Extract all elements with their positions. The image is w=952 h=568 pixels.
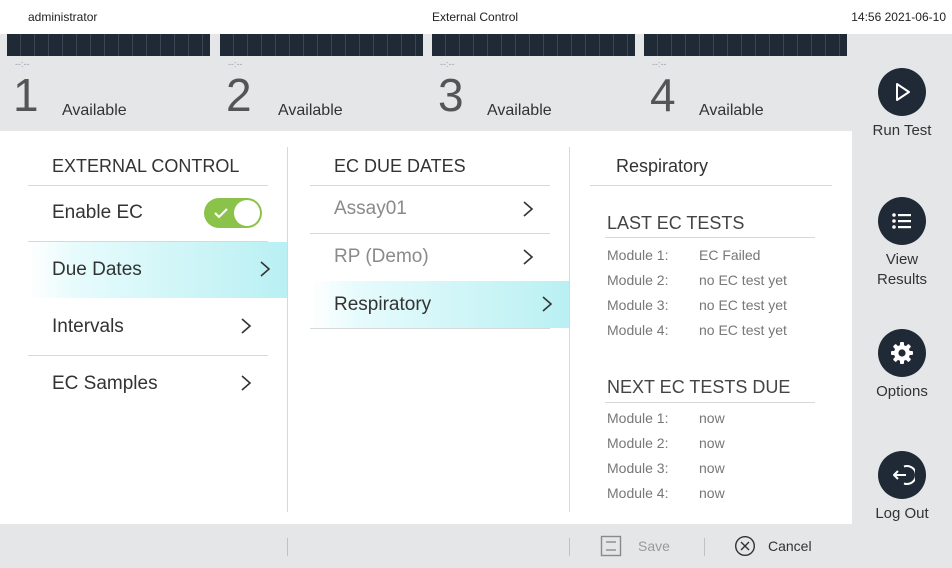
check-icon (214, 208, 228, 219)
gear-icon (878, 329, 926, 377)
module-time: --:-- (15, 59, 30, 69)
module-number: 3 (438, 69, 464, 121)
divider (590, 185, 832, 186)
enable-ec-toggle[interactable] (204, 198, 262, 228)
options-button[interactable]: Options (852, 329, 952, 402)
enable-ec-label: Enable EC (52, 202, 143, 223)
log-out-button[interactable]: Log Out (852, 451, 952, 524)
module-time: --:-- (228, 59, 243, 69)
module-tile-4[interactable]: --:-- 4 Available (644, 34, 847, 131)
module-status: Available (278, 102, 343, 119)
log-out-icon (878, 451, 926, 499)
module-status: Available (699, 102, 764, 119)
chevron-right-icon (260, 261, 271, 277)
current-user: administrator (28, 10, 98, 24)
action-sidebar: Run Test View Results Options Log Out (852, 34, 952, 568)
menu-item-intervals[interactable]: Intervals (28, 299, 268, 355)
cancel-label: Cancel (768, 538, 812, 554)
chevron-right-icon (241, 318, 252, 334)
view-results-label: View Results (876, 251, 928, 288)
chevron-right-icon (241, 375, 252, 391)
module-tile-3[interactable]: --:-- 3 Available (432, 34, 635, 131)
toolbar-divider (287, 538, 288, 556)
module-status: Available (487, 102, 552, 119)
intervals-label: Intervals (52, 316, 124, 337)
next-ec-row: Module 3: now (607, 460, 725, 476)
last-ec-tests-heading: LAST EC TESTS (607, 213, 745, 233)
toolbar-divider (704, 538, 705, 556)
assay-label: RP (Demo) (334, 246, 429, 267)
chevron-right-icon (523, 201, 534, 217)
module-number: 2 (226, 69, 252, 121)
module-number: 1 (13, 69, 39, 121)
toggle-knob (234, 200, 260, 226)
divider (605, 402, 815, 403)
menu-item-due-dates[interactable]: Due Dates (28, 242, 287, 298)
assay-item-rp-demo[interactable]: RP (Demo) (310, 234, 550, 280)
log-out-label: Log Out (875, 505, 929, 522)
module-tile-2[interactable]: --:-- 2 Available (220, 34, 423, 131)
module-progress-bar (432, 34, 635, 56)
run-test-label: Run Test (872, 122, 932, 139)
assay-item-assay01[interactable]: Assay01 (310, 186, 550, 232)
external-control-heading: EXTERNAL CONTROL (52, 156, 240, 176)
next-ec-row: Module 4: now (607, 485, 725, 501)
next-ec-row: Module 2: now (607, 435, 725, 451)
chevron-right-icon (523, 249, 534, 265)
module-strip: --:-- 1 Available --:-- 2 Available --:-… (0, 34, 852, 131)
save-label: Save (638, 538, 670, 554)
cancel-icon (734, 535, 756, 557)
cancel-button[interactable]: Cancel (734, 534, 812, 558)
options-label: Options (876, 383, 928, 400)
bottom-toolbar: Save Cancel (0, 524, 852, 568)
module-time: --:-- (652, 59, 667, 69)
column-divider (569, 147, 570, 512)
clock: 14:56 2021-06-10 (851, 10, 946, 24)
ec-samples-label: EC Samples (52, 373, 158, 394)
list-icon (878, 197, 926, 245)
view-results-button[interactable]: View Results (852, 197, 952, 290)
assay-label: Assay01 (334, 198, 407, 219)
play-icon (878, 68, 926, 116)
column-divider (287, 147, 288, 512)
module-number: 4 (650, 69, 676, 121)
last-ec-row: Module 3: no EC test yet (607, 297, 787, 313)
toolbar-divider (569, 538, 570, 556)
assay-item-respiratory[interactable]: Respiratory (310, 281, 569, 328)
next-ec-tests-heading: NEXT EC TESTS DUE (607, 377, 791, 397)
module-progress-bar (7, 34, 210, 56)
assay-label: Respiratory (334, 293, 432, 315)
module-tile-1[interactable]: --:-- 1 Available (7, 34, 210, 131)
last-ec-row: Module 1: EC Failed (607, 247, 761, 263)
chevron-right-icon (542, 296, 553, 312)
detail-heading: Respiratory (616, 156, 709, 176)
status-bar: administrator External Control 14:56 202… (0, 0, 952, 34)
save-button[interactable]: Save (600, 534, 670, 558)
last-ec-row: Module 2: no EC test yet (607, 272, 787, 288)
module-status: Available (62, 102, 127, 119)
run-test-button[interactable]: Run Test (852, 68, 952, 141)
ec-due-dates-heading: EC DUE DATES (334, 156, 466, 176)
enable-ec-row: Enable EC (28, 185, 268, 241)
module-time: --:-- (440, 59, 455, 69)
next-ec-row: Module 1: now (607, 410, 725, 426)
due-dates-label: Due Dates (52, 259, 142, 280)
module-progress-bar (220, 34, 423, 56)
divider (310, 328, 550, 329)
screen-title: External Control (432, 10, 519, 24)
divider (605, 237, 815, 238)
menu-item-ec-samples[interactable]: EC Samples (28, 356, 268, 412)
module-progress-bar (644, 34, 847, 56)
last-ec-row: Module 4: no EC test yet (607, 322, 787, 338)
main-content: EXTERNAL CONTROL Enable EC Due Dates Int… (0, 131, 852, 524)
save-icon (600, 535, 622, 557)
